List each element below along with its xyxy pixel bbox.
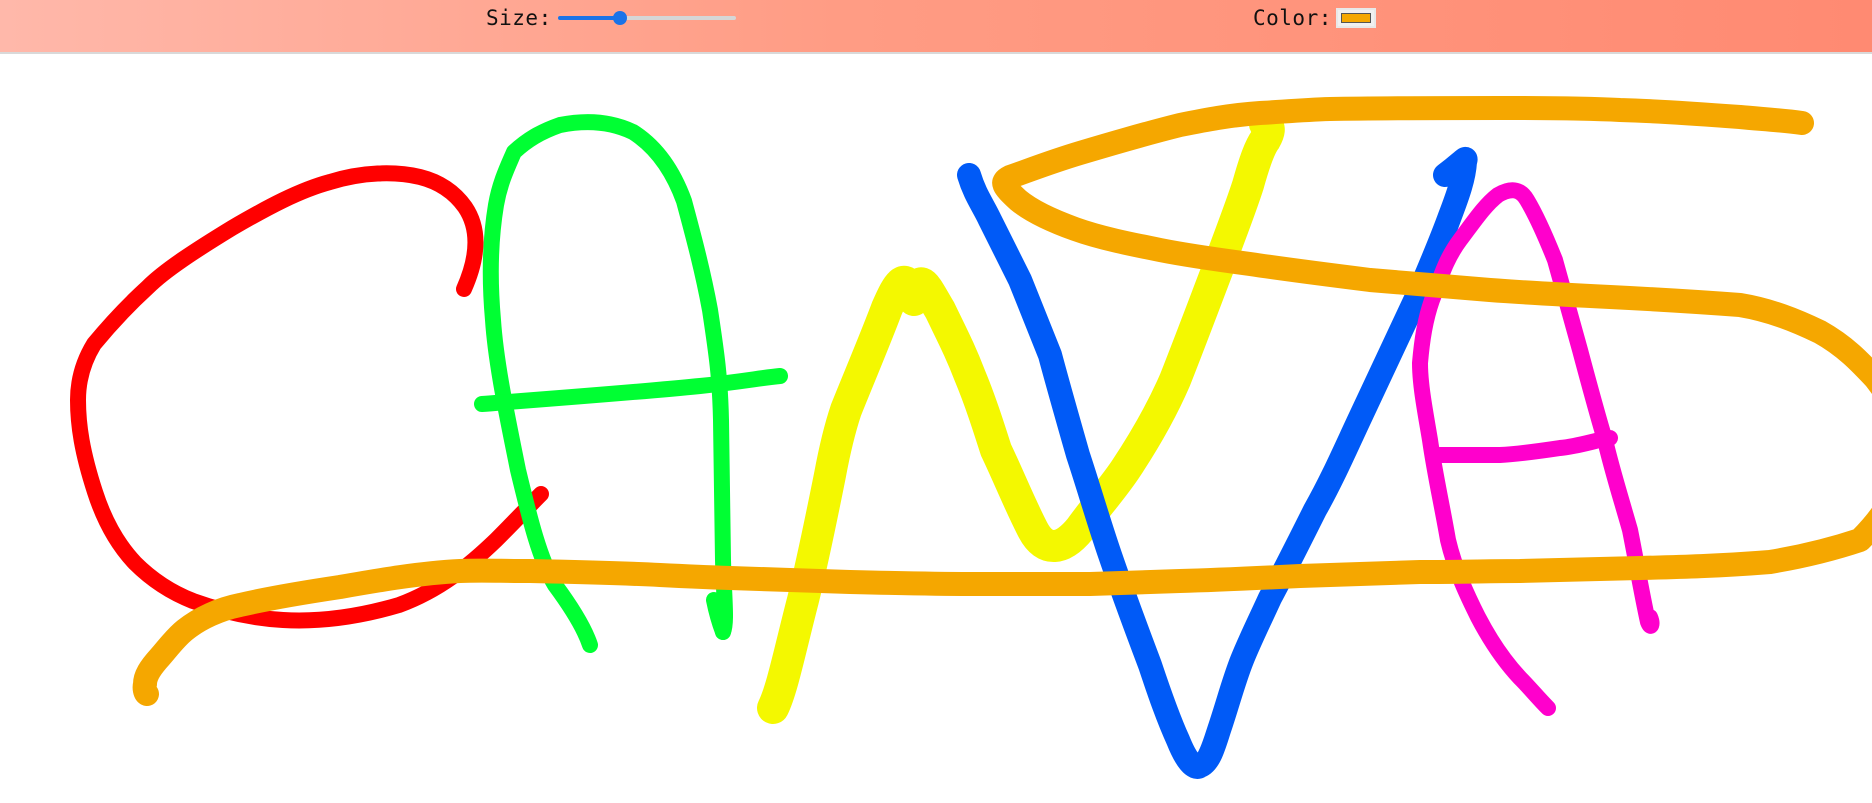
red-stroke [70,165,549,629]
brush-size-slider[interactable] [557,6,736,30]
slider-thumb[interactable] [613,11,628,25]
green-stroke-tail [706,592,731,640]
green-stroke-bar [474,368,788,412]
color-picker[interactable] [1335,8,1376,28]
color-swatch [1340,13,1371,23]
drawing-canvas[interactable] [0,56,1872,803]
color-label: Color: [1253,6,1332,30]
slider-fill [557,16,621,20]
size-control: Size: [486,6,736,30]
magenta-stroke-bar [1432,430,1618,464]
color-control: Color: [1253,6,1376,30]
size-label: Size: [486,6,552,30]
toolbar: Size: Color: [0,0,1872,54]
